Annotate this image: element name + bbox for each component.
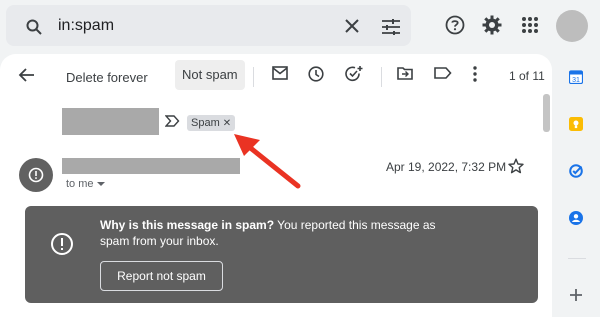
more-vert-icon[interactable] [473, 66, 477, 87]
account-avatar[interactable] [556, 10, 588, 42]
search-bar[interactable]: in:spam [6, 5, 411, 46]
help-icon[interactable] [445, 15, 465, 40]
label-icon[interactable] [434, 66, 452, 85]
contacts-icon[interactable] [569, 211, 583, 225]
search-icon[interactable] [26, 19, 42, 40]
scrollbar-thumb[interactable] [543, 94, 550, 132]
redacted-sender-name [62, 158, 240, 174]
svg-text:31: 31 [572, 77, 580, 84]
redacted-subject [62, 108, 159, 135]
calendar-icon[interactable]: 31 [568, 70, 584, 85]
pagination-count: 1 of 11 [509, 69, 545, 83]
alert-circle-icon [28, 167, 44, 188]
tune-icon[interactable] [382, 19, 400, 40]
report-not-spam-button[interactable]: Report not spam [100, 261, 223, 291]
plus-icon[interactable] [569, 288, 583, 307]
spam-explanation: Why is this message in spam? You reporte… [100, 217, 460, 249]
not-spam-button[interactable]: Not spam [175, 60, 245, 90]
close-icon[interactable] [345, 19, 359, 38]
remove-label-icon[interactable]: ✕ [223, 118, 231, 129]
add-task-icon[interactable] [345, 66, 363, 87]
spam-warning-banner: Why is this message in spam? You reporte… [25, 206, 538, 303]
delete-forever-button[interactable]: Delete forever [66, 66, 148, 90]
recipient-label: to me [66, 178, 94, 190]
keep-icon[interactable] [569, 117, 583, 131]
toolbar-divider [253, 67, 254, 87]
label-chip-spam[interactable]: Spam ✕ [187, 115, 236, 131]
caret-down-icon [96, 182, 105, 187]
move-to-folder-icon[interactable] [397, 66, 413, 85]
sender-avatar[interactable] [19, 158, 53, 192]
message-view: Delete forever Not spam 1 of 11 Spam ✕ to… [0, 54, 552, 317]
side-panel-divider [568, 258, 586, 259]
gear-icon[interactable] [482, 15, 502, 40]
apps-grid-icon[interactable] [521, 16, 539, 39]
importance-marker-icon[interactable] [164, 114, 180, 132]
tasks-icon[interactable] [569, 164, 583, 178]
envelope-icon[interactable] [272, 66, 288, 85]
spam-question: Why is this message in spam? [100, 218, 275, 232]
toolbar-divider [381, 67, 382, 87]
annotation-arrow [234, 134, 301, 189]
label-chip-text: Spam [191, 117, 220, 129]
alert-circle-icon [50, 232, 74, 261]
arrow-back-icon[interactable] [18, 66, 36, 89]
message-date: Apr 19, 2022, 7:32 PM [386, 160, 507, 174]
search-input[interactable]: in:spam [58, 17, 114, 35]
recipient-details-toggle[interactable]: to me [66, 178, 105, 190]
star-icon[interactable] [508, 158, 524, 179]
clock-icon[interactable] [308, 66, 324, 87]
